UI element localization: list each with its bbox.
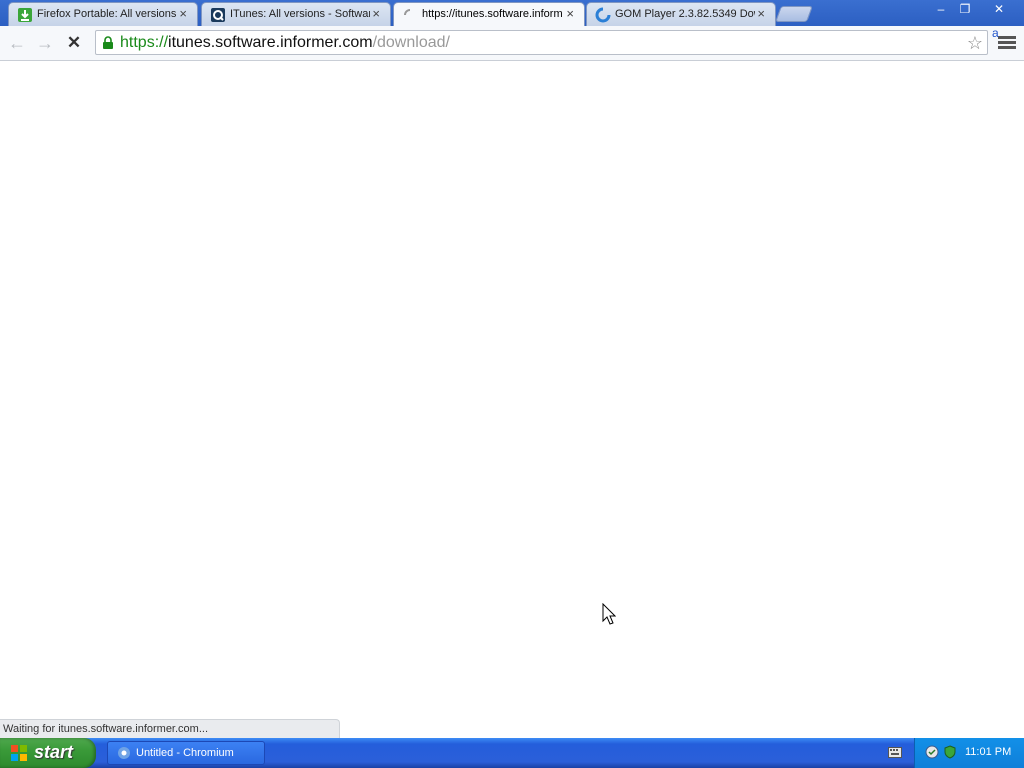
clock: 11:01 PM [965, 746, 1012, 758]
back-button[interactable]: ← [6, 33, 28, 53]
lock-icon [103, 36, 113, 49]
page-content [0, 61, 1024, 738]
stop-button[interactable]: ✕ [63, 33, 85, 53]
tab-close-button[interactable]: × [179, 6, 187, 21]
address-bar[interactable]: https://itunes.software.informer.com/dow… [95, 30, 988, 55]
restore-button[interactable]: ❐ [952, 1, 978, 17]
gom-favicon-icon [595, 7, 611, 23]
tab-title: GOM Player 2.3.82.5349 Download [615, 8, 755, 20]
download-arrow-icon [18, 8, 32, 22]
tab-strip: Firefox Portable: All versions × ITunes:… [0, 0, 1024, 26]
taskbar: start Untitled - Chromium 11:01 PM [0, 738, 1024, 768]
url-scheme: https:// [120, 34, 169, 51]
window-close-button[interactable]: ✕ [982, 1, 1016, 17]
tab-close-button[interactable]: × [757, 6, 765, 21]
extension-icon[interactable]: a [992, 26, 999, 40]
taskbar-item-chromium[interactable]: Untitled - Chromium [107, 741, 265, 765]
new-tab-button[interactable] [775, 6, 813, 22]
tab-close-button[interactable]: × [566, 6, 574, 21]
network-status-icon[interactable] [925, 745, 939, 759]
bookmark-star-icon[interactable]: ☆ [967, 33, 983, 54]
tab-close-button[interactable]: × [372, 6, 380, 21]
system-tray: 11:01 PM [914, 738, 1024, 768]
tab-title: Firefox Portable: All versions [37, 8, 177, 20]
chromium-icon [118, 747, 130, 759]
chrome-menu-button[interactable] [998, 34, 1016, 52]
tab-title: https://itunes.software.informer [422, 8, 562, 20]
tab-active-loading[interactable]: https://itunes.software.informer × [393, 2, 585, 26]
url-path: /download/ [372, 34, 450, 51]
start-label: start [34, 742, 74, 762]
keyboard-icon[interactable] [888, 747, 902, 758]
minimize-button[interactable]: – [928, 1, 954, 17]
tab-title: ITunes: All versions - Software [230, 8, 370, 20]
url-host: itunes.software.informer.com [168, 34, 373, 51]
forward-button[interactable]: → [34, 33, 56, 53]
taskbar-item-label: Untitled - Chromium [136, 747, 234, 759]
tab-firefox-portable[interactable]: Firefox Portable: All versions × [8, 2, 198, 26]
status-bubble: Waiting for itunes.software.informer.com… [0, 719, 340, 738]
security-shield-icon[interactable] [943, 745, 957, 759]
tab-gom-player[interactable]: GOM Player 2.3.82.5349 Download × [586, 2, 776, 26]
mouse-cursor-icon [602, 603, 616, 625]
url-text: https://itunes.software.informer.com/dow… [120, 34, 450, 52]
tab-itunes[interactable]: ITunes: All versions - Software × [201, 2, 391, 26]
loading-spinner-icon [404, 9, 411, 16]
windows-logo-icon [11, 745, 27, 761]
browser-toolbar: ← → ✕ https://itunes.software.informer.c… [0, 26, 1024, 61]
itunes-favicon-icon [211, 8, 225, 22]
start-button[interactable]: start [0, 738, 96, 768]
